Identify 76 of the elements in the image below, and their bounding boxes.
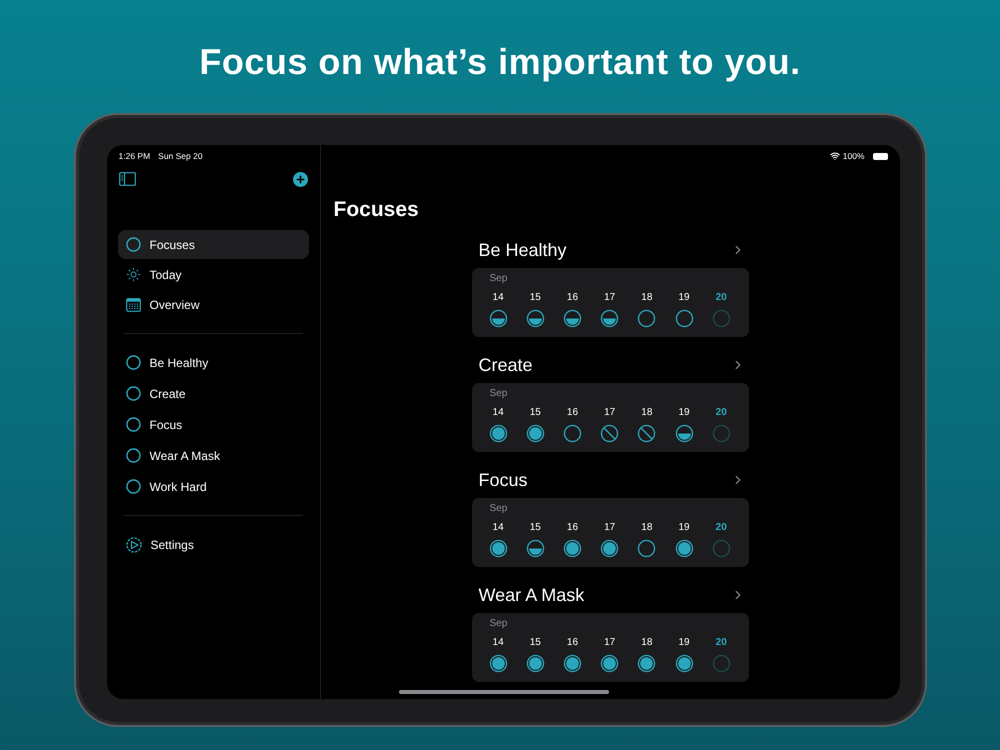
settings-icon — [126, 536, 142, 552]
day-number: 17 — [604, 292, 616, 304]
wifi-icon — [830, 151, 840, 161]
day-number: 20 — [716, 637, 727, 649]
sidebar-item-label: Focuses — [150, 238, 195, 252]
focus-item[interactable]: Wear A Mask — [118, 441, 308, 470]
day-number: 16 — [566, 292, 578, 304]
status-time: 1:26 PM — [118, 151, 150, 161]
day-number: 14 — [492, 522, 504, 534]
sidebar-toggle-icon[interactable] — [118, 172, 136, 186]
headline: Focus on what’s important to you. — [199, 40, 801, 84]
day-number: 18 — [641, 637, 652, 649]
focus-item[interactable]: Focus — [118, 410, 308, 439]
circle-icon — [126, 417, 140, 432]
month-label: Sep — [488, 273, 508, 285]
focus-item[interactable]: Create — [118, 379, 308, 408]
sidebar-item[interactable]: Today — [118, 260, 308, 289]
focus-card[interactable]: Sep 14 15 16 17 18 19 20 — [472, 268, 748, 337]
settings-item[interactable]: Settings — [118, 530, 308, 559]
focus-title: Focus — [478, 470, 528, 490]
focus-item-label: Focus — [150, 418, 182, 432]
day-number: 18 — [641, 407, 652, 419]
focus-title: Wear A Mask — [478, 584, 584, 606]
focus-item-label: Create — [150, 386, 186, 400]
day-number: 18 — [641, 292, 652, 304]
add-icon[interactable] — [292, 172, 308, 186]
day-number: 20 — [716, 522, 727, 534]
circle-icon — [126, 386, 140, 401]
focus-card[interactable]: Sep 14 15 16 17 18 19 20 — [472, 498, 748, 567]
focus-title: Create — [478, 354, 533, 376]
page-title: Focuses — [334, 197, 420, 223]
day-number: 15 — [530, 292, 541, 304]
month-label: Sep — [488, 618, 508, 630]
day-number: 17 — [604, 407, 616, 419]
day-number: 14 — [492, 292, 504, 304]
battery-percent: 100% — [842, 151, 864, 161]
focus-item[interactable]: Be Healthy — [118, 348, 308, 377]
battery-icon — [872, 152, 888, 160]
focus-item[interactable]: Work Hard — [118, 472, 308, 501]
focus-item-label: Wear A Mask — [150, 448, 220, 462]
day-number: 20 — [716, 292, 727, 304]
circle-icon — [126, 355, 140, 370]
day-number: 15 — [530, 637, 541, 649]
month-label: Sep — [488, 503, 508, 515]
circle-icon — [126, 237, 140, 252]
sidebar-item[interactable]: Overview — [118, 290, 308, 319]
month-label: Sep — [488, 388, 508, 400]
focus-card[interactable]: Sep 14 15 16 17 18 19 20 — [472, 613, 748, 682]
settings-label: Settings — [150, 538, 194, 552]
day-number: 17 — [604, 522, 616, 534]
calendar-icon — [126, 298, 140, 312]
focus-card[interactable]: Sep 14 15 16 17 18 19 20 — [472, 383, 748, 452]
day-number: 14 — [492, 407, 504, 419]
circle-icon — [126, 448, 140, 463]
sidebar-item[interactable]: Focuses — [118, 230, 308, 259]
focus-item-label: Be Healthy — [150, 356, 208, 370]
day-number: 15 — [530, 407, 541, 419]
day-number: 19 — [678, 292, 690, 304]
day-number: 19 — [678, 522, 690, 534]
day-number: 14 — [492, 637, 504, 649]
status-date: Sun Sep 20 — [158, 151, 203, 161]
day-number: 20 — [716, 407, 727, 419]
day-number: 18 — [641, 522, 652, 534]
circle-icon — [126, 479, 140, 494]
day-number: 16 — [566, 407, 578, 419]
day-number: 16 — [566, 522, 578, 534]
day-number: 19 — [678, 637, 690, 649]
focus-item-label: Work Hard — [150, 480, 207, 494]
sun-icon — [126, 267, 140, 282]
day-number: 15 — [530, 522, 541, 534]
day-number: 17 — [604, 637, 616, 649]
sidebar-item-label: Overview — [150, 298, 200, 312]
focus-title: Be Healthy — [478, 240, 567, 260]
day-number: 16 — [566, 637, 578, 649]
sidebar-item-label: Today — [150, 268, 182, 282]
day-number: 19 — [678, 407, 690, 419]
